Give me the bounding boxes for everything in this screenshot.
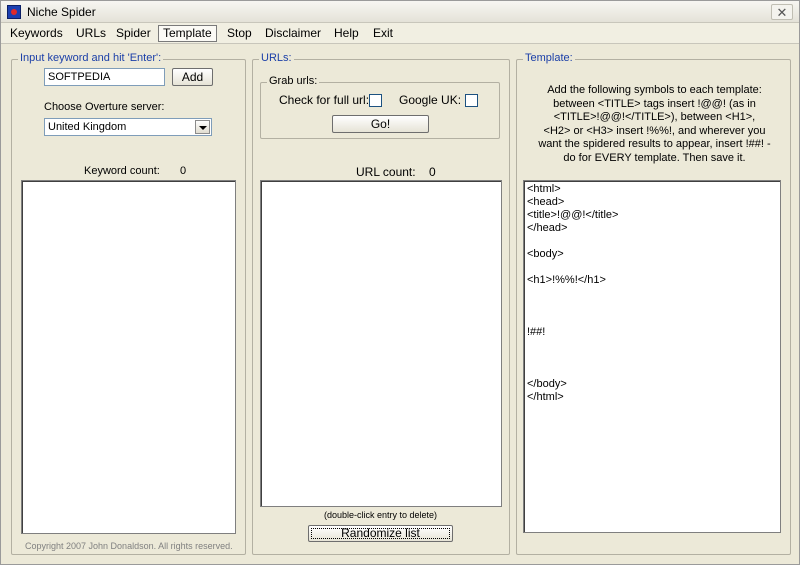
keyword-input[interactable]: SOFTPEDIA (44, 68, 165, 86)
google-uk-label: Google UK: (399, 93, 462, 107)
menu-bar: Keywords URLs Spider Template Stop Discl… (1, 23, 799, 44)
instruction-line: do for EVERY template. Then save it. (563, 151, 746, 164)
app-window: Niche Spider ✕ Keywords URLs Spider Temp… (0, 0, 800, 565)
instruction-line: between <TITLE> tags insert !@@! (as in (553, 97, 756, 110)
delete-hint: (double-click entry to delete) (324, 510, 438, 520)
title-bar: Niche Spider ✕ (1, 1, 799, 23)
urls-panel: URLs: Grab urls: Check for full url: Goo… (252, 52, 510, 555)
google-uk-checkbox[interactable] (465, 94, 478, 107)
menu-stop[interactable]: Stop (223, 25, 256, 42)
copyright-text: Copyright 2007 John Donaldson. All right… (25, 541, 233, 551)
urls-legend: URLs: (259, 52, 294, 64)
menu-help[interactable]: Help (330, 25, 363, 42)
menu-disclaimer[interactable]: Disclaimer (261, 25, 325, 42)
chevron-down-icon[interactable] (195, 120, 210, 134)
keywords-panel: Input keyword and hit 'Enter': SOFTPEDIA… (11, 52, 246, 555)
menu-spider[interactable]: Spider (112, 25, 155, 42)
overture-server-select[interactable]: United Kingdom (44, 118, 212, 136)
instruction-line: <H2> or <H3> insert !%%!, and wherever y… (543, 124, 766, 137)
server-value: United Kingdom (48, 121, 127, 133)
url-list[interactable] (260, 180, 502, 507)
full-url-checkbox[interactable] (369, 94, 382, 107)
keyword-count-label: Keyword count: (84, 165, 160, 177)
template-legend: Template: (523, 52, 575, 64)
url-count-value: 0 (429, 165, 436, 179)
grab-urls-group: Grab urls: Check for full url: Google UK… (260, 75, 500, 139)
template-editor[interactable]: <html> <head> <title>!@@!</title> </head… (523, 180, 781, 533)
window-title: Niche Spider (27, 5, 96, 19)
menu-keywords[interactable]: Keywords (6, 25, 67, 42)
instruction-line: want the spidered results to appear, ins… (538, 138, 771, 150)
add-keyword-button[interactable]: Add (172, 68, 213, 86)
full-url-label: Check for full url: (279, 93, 370, 107)
keyword-count-value: 0 (180, 165, 187, 177)
instruction-line: Add the following symbols to each templa… (547, 84, 762, 96)
app-icon (7, 5, 21, 19)
keywords-legend: Input keyword and hit 'Enter': (18, 52, 164, 64)
menu-urls[interactable]: URLs (72, 25, 110, 42)
menu-exit[interactable]: Exit (369, 25, 397, 42)
randomize-list-button[interactable]: Randomize list (308, 525, 453, 542)
close-button[interactable]: ✕ (771, 4, 793, 20)
menu-template[interactable]: Template (158, 25, 217, 42)
keyword-list[interactable] (21, 180, 236, 534)
server-label: Choose Overture server: (44, 101, 165, 113)
template-instructions: Add the following symbols to each templa… (522, 84, 787, 165)
grab-urls-legend: Grab urls: (267, 75, 320, 87)
template-panel: Template: Add the following symbols to e… (516, 52, 791, 555)
instruction-line: <TITLE>!@@!</TITLE>), between <H1>, (553, 111, 756, 123)
go-button[interactable]: Go! (332, 115, 429, 133)
url-count-label: URL count: (356, 165, 416, 179)
